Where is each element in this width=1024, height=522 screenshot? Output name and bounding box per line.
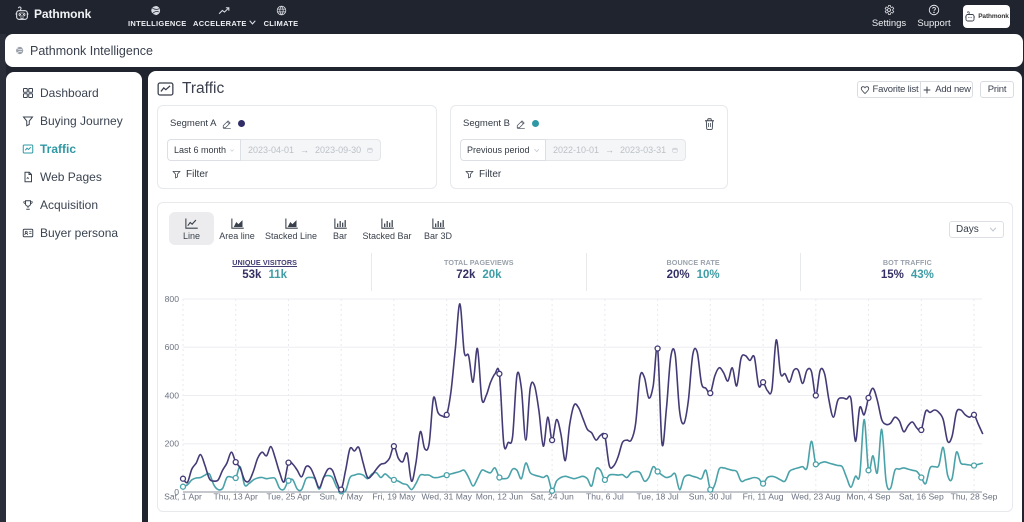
svg-text:600: 600 xyxy=(165,342,180,352)
svg-text:Tue, 25 Apr: Tue, 25 Apr xyxy=(266,492,310,502)
svg-text:Wed, 31 May: Wed, 31 May xyxy=(421,492,472,502)
svg-text:800: 800 xyxy=(165,294,180,304)
svg-text:Thu, 6 Jul: Thu, 6 Jul xyxy=(586,492,624,502)
svg-text:Mon, 12 Jun: Mon, 12 Jun xyxy=(476,492,524,502)
svg-text:200: 200 xyxy=(165,439,180,449)
svg-text:Thu, 13 Apr: Thu, 13 Apr xyxy=(213,492,258,502)
svg-text:Mon, 4 Sep: Mon, 4 Sep xyxy=(847,492,891,502)
svg-text:Sun, 30 Jul: Sun, 30 Jul xyxy=(689,492,732,502)
svg-text:Sat, 1 Apr: Sat, 1 Apr xyxy=(164,492,202,502)
svg-text:Wed, 23 Aug: Wed, 23 Aug xyxy=(791,492,840,502)
svg-text:Thu, 28 Sep: Thu, 28 Sep xyxy=(951,492,998,502)
svg-text:Sat, 16 Sep: Sat, 16 Sep xyxy=(899,492,944,502)
svg-text:Fri, 19 May: Fri, 19 May xyxy=(372,492,416,502)
svg-text:Tue, 18 Jul: Tue, 18 Jul xyxy=(636,492,678,502)
svg-text:Fri, 11 Aug: Fri, 11 Aug xyxy=(743,492,784,502)
svg-text:400: 400 xyxy=(165,390,180,400)
